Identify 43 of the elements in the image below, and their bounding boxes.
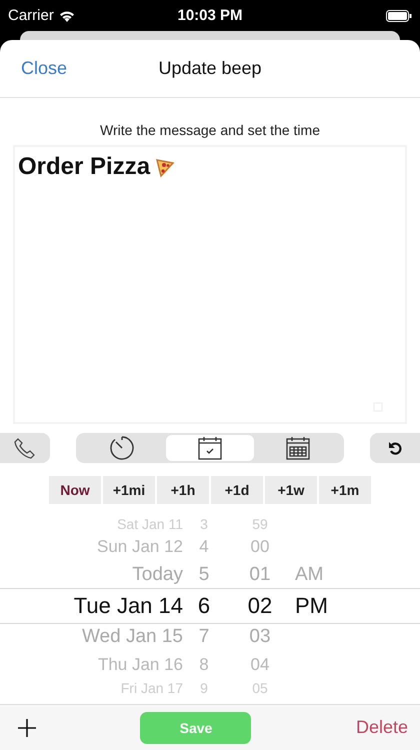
phone-icon (14, 437, 36, 459)
picker-minute: 01 (248, 564, 272, 586)
picker-period: AM (295, 564, 324, 586)
calendar-icon (285, 435, 311, 461)
picker-minute: 04 (250, 654, 270, 675)
picker-hour: 5 (198, 564, 210, 586)
picker-minute: 00 (250, 537, 270, 558)
picker-hour: 4 (198, 537, 210, 558)
quick-time-button[interactable]: +1d (211, 476, 263, 504)
message-field[interactable]: Order Pizza (13, 145, 407, 424)
picker-date: Tue Jan 14 (72, 593, 183, 619)
add-icon[interactable] (18, 718, 36, 736)
picker-hour: 6 (196, 593, 212, 619)
carrier-label: Carrier (8, 7, 75, 24)
quick-time-button[interactable]: +1mi (103, 476, 155, 504)
status-time: 10:03 PM (177, 7, 243, 24)
picker-period: PM (295, 593, 329, 619)
timer-icon (108, 434, 136, 462)
picker-minute: 03 (248, 626, 272, 648)
wifi-icon (58, 10, 75, 22)
undo-button[interactable] (370, 433, 420, 463)
picker-date: Sun Jan 12 (96, 537, 183, 558)
phone-button[interactable] (0, 433, 50, 463)
quick-time-button[interactable]: +1w (265, 476, 317, 504)
battery-icon (386, 10, 412, 22)
instruction-text: Write the message and set the time (99, 122, 321, 138)
close-button[interactable]: Close (0, 58, 68, 79)
quick-time-button[interactable]: +1m (319, 476, 371, 504)
quick-time-button[interactable]: +1h (157, 476, 209, 504)
delete-button[interactable]: Delete (356, 717, 408, 738)
pizza-icon (154, 156, 176, 178)
message-text: Order Pizza (18, 153, 150, 181)
picker-date: Today (131, 564, 183, 586)
undo-icon (388, 441, 402, 455)
sheet-title: Update beep (158, 58, 262, 79)
calendar-check-icon (197, 435, 223, 461)
picker-hour: 8 (198, 654, 210, 675)
picker-date: Wed Jan 15 (80, 626, 183, 648)
picker-date: Thu Jan 16 (96, 654, 183, 675)
quick-time-button[interactable]: Now (49, 476, 101, 504)
picker-minute: 02 (246, 593, 274, 619)
picker-hour: 7 (198, 626, 210, 648)
mode-tab[interactable] (166, 435, 254, 461)
